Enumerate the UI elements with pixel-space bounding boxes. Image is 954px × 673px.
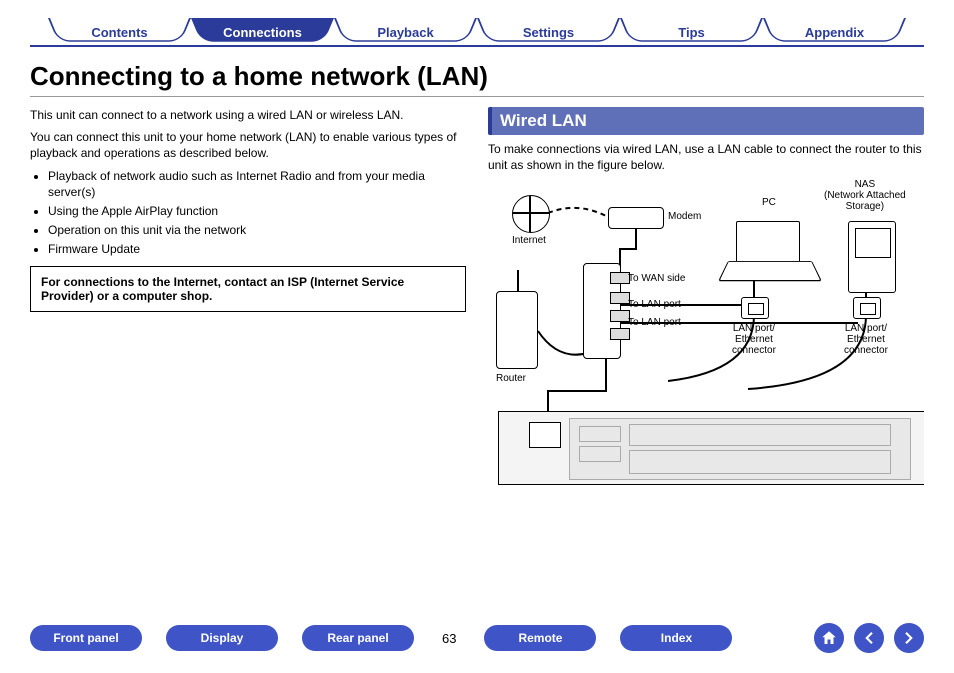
list-item: Using the Apple AirPlay function (48, 203, 466, 219)
nas-device (848, 221, 896, 293)
intro-paragraph-2: You can connect this unit to your home n… (30, 129, 466, 161)
label-pc: PC (762, 197, 776, 208)
front-panel-button[interactable]: Front panel (30, 625, 142, 651)
unit-back-panel (498, 411, 924, 485)
label-to-wan: To WAN side (628, 273, 685, 284)
list-item: Firmware Update (48, 241, 466, 257)
tab-tips[interactable]: Tips (620, 18, 763, 46)
tab-playback[interactable]: Playback (334, 18, 477, 46)
label-internet: Internet (512, 235, 546, 246)
display-button[interactable]: Display (166, 625, 278, 651)
page-number: 63 (442, 631, 456, 646)
content-columns: This unit can connect to a network using… (30, 107, 924, 501)
nav-icons (814, 623, 924, 653)
label-nas: NAS (Network Attached Storage) (824, 179, 906, 212)
label-to-lan-2: To LAN port (628, 317, 681, 328)
isp-note-box: For connections to the Internet, contact… (30, 266, 466, 312)
label-to-lan-1: To LAN port (628, 299, 681, 310)
tab-settings[interactable]: Settings (477, 18, 620, 46)
pc-device (728, 221, 810, 281)
intro-paragraph-1: This unit can connect to a network using… (30, 107, 466, 123)
label-modem: Modem (668, 211, 701, 222)
label-lanport-nas: LAN port/ Ethernet connector (844, 323, 888, 356)
nas-lan-port (853, 297, 881, 319)
page-title: Connecting to a home network (LAN) (30, 61, 924, 97)
label-lanport-pc: LAN port/ Ethernet connector (732, 323, 776, 356)
modem-device (608, 207, 664, 229)
list-item: Operation on this unit via the network (48, 222, 466, 238)
tab-contents[interactable]: Contents (48, 18, 191, 46)
pc-lan-port (741, 297, 769, 319)
home-icon[interactable] (814, 623, 844, 653)
wired-lan-intro: To make connections via wired LAN, use a… (488, 141, 924, 173)
list-item: Playback of network audio such as Intern… (48, 168, 466, 200)
column-right: Wired LAN To make connections via wired … (488, 107, 924, 501)
wired-lan-heading: Wired LAN (488, 107, 924, 135)
bottom-bar: Front panel Display Rear panel 63 Remote… (30, 623, 924, 653)
remote-button[interactable]: Remote (484, 625, 596, 651)
index-button[interactable]: Index (620, 625, 732, 651)
tab-connections[interactable]: Connections (191, 18, 334, 46)
router-device (496, 291, 538, 369)
tab-appendix[interactable]: Appendix (763, 18, 906, 46)
arrow-right-icon[interactable] (894, 623, 924, 653)
column-left: This unit can connect to a network using… (30, 107, 466, 501)
feature-list: Playback of network audio such as Intern… (48, 168, 466, 258)
switch-device (583, 263, 621, 359)
label-router: Router (496, 373, 526, 384)
arrow-left-icon[interactable] (854, 623, 884, 653)
top-tabs: Contents Connections Playback Settings T… (48, 18, 906, 46)
rear-panel-button[interactable]: Rear panel (302, 625, 414, 651)
wired-lan-diagram: Internet Modem Router To WAN side To LAN… (488, 181, 924, 501)
